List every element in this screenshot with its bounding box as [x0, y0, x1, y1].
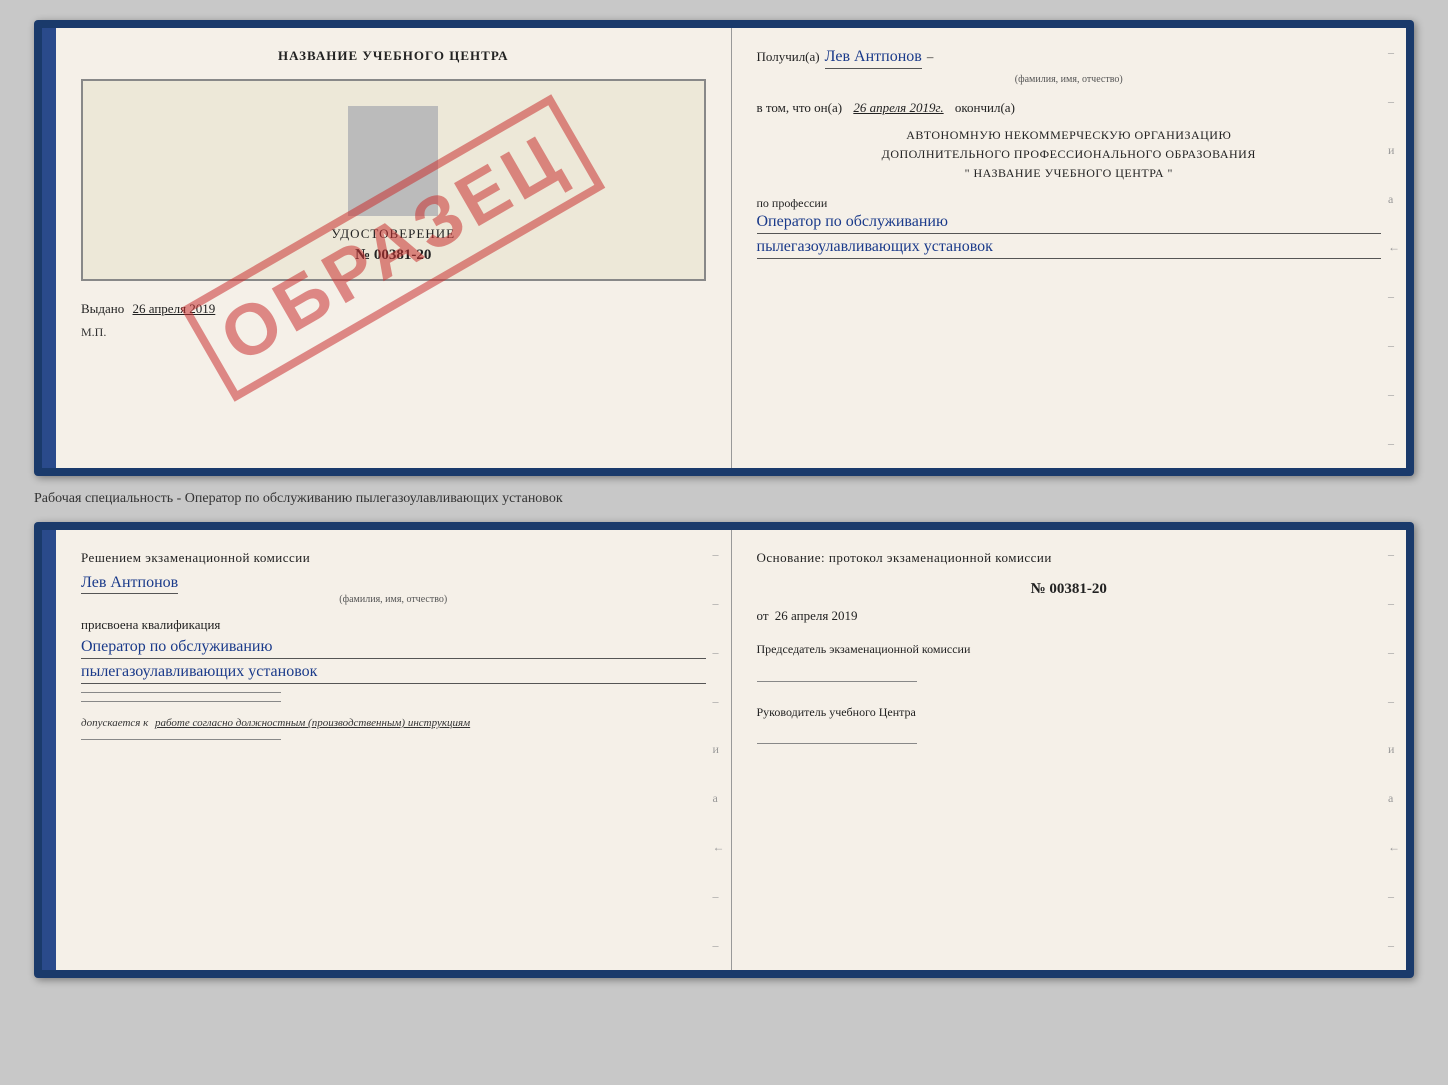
org-line1: АВТОНОМНУЮ НЕКОММЕРЧЕСКУЮ ОРГАНИЗАЦИЮ — [757, 126, 1382, 145]
allowed-prefix: допускается к — [81, 717, 148, 729]
top-left-page: НАЗВАНИЕ УЧЕБНОГО ЦЕНТРА УДОСТОВЕРЕНИЕ №… — [56, 28, 732, 468]
director-block: Руководитель учебного Центра — [757, 702, 1382, 745]
profession-block: по профессии Оператор по обслуживанию пы… — [757, 196, 1382, 259]
certificate-box: УДОСТОВЕРЕНИЕ № 00381-20 — [81, 79, 706, 281]
profession-label: по профессии — [757, 196, 1382, 211]
cert-label: УДОСТОВЕРЕНИЕ — [98, 226, 689, 242]
mp-label: М.П. — [81, 325, 706, 340]
bottom-right-page: Основание: протокол экзаменационной коми… — [732, 530, 1407, 970]
top-right-page: Получил(а) Лев Антпонов – (фамилия, имя,… — [732, 28, 1407, 468]
profession-line1: Оператор по обслуживанию — [757, 213, 1382, 234]
bottom-person-name: Лев Антпонов — [81, 574, 178, 594]
basis-title: Основание: протокол экзаменационной коми… — [757, 550, 1382, 566]
director-label: Руководитель учебного Центра — [757, 702, 1382, 724]
date-line: от 26 апреля 2019 — [757, 608, 1382, 624]
chairman-sig-line — [757, 681, 917, 682]
bottom-left-dashes: ––––иа←–– — [713, 530, 725, 970]
between-label: Рабочая специальность - Оператор по обсл… — [34, 486, 1414, 512]
completed-prefix: в том, что он(а) — [757, 100, 843, 115]
fio-label-top: (фамилия, имя, отчество) — [757, 74, 1382, 85]
top-document: НАЗВАНИЕ УЧЕБНОГО ЦЕНТРА УДОСТОВЕРЕНИЕ №… — [34, 20, 1414, 476]
date-value: 26 апреля 2019 — [775, 608, 858, 623]
completed-line: в том, что он(а) 26 апреля 2019г. окончи… — [757, 100, 1382, 116]
director-sig-line — [757, 743, 917, 744]
org-line2: ДОПОЛНИТЕЛЬНОГО ПРОФЕССИОНАЛЬНОГО ОБРАЗО… — [757, 145, 1382, 164]
org-line3: " НАЗВАНИЕ УЧЕБНОГО ЦЕНТРА " — [757, 164, 1382, 183]
bottom-document: Решением экзаменационной комиссии Лев Ан… — [34, 522, 1414, 978]
qualification-label: присвоена квалификация — [81, 617, 706, 633]
school-name-title: НАЗВАНИЕ УЧЕБНОГО ЦЕНТРА — [81, 48, 706, 64]
bottom-book-spine — [42, 530, 56, 970]
protocol-number: № 00381-20 — [757, 581, 1382, 598]
qualification-line1: Оператор по обслуживанию — [81, 638, 706, 659]
bottom-left-page: Решением экзаменационной комиссии Лев Ан… — [56, 530, 732, 970]
org-block: АВТОНОМНУЮ НЕКОММЕРЧЕСКУЮ ОРГАНИЗАЦИЮ ДО… — [757, 126, 1382, 184]
commission-title: Решением экзаменационной комиссии — [81, 550, 706, 566]
issued-date: 26 апреля 2019 — [133, 301, 216, 316]
allowed-text: работе согласно должностным (производств… — [155, 717, 470, 729]
cert-number: № 00381-20 — [98, 247, 689, 264]
chairman-block: Председатель экзаменационной комиссии — [757, 639, 1382, 682]
sig-line-1 — [81, 692, 281, 693]
allowed-block: допускается к работе согласно должностны… — [81, 717, 706, 729]
issued-line: Выдано 26 апреля 2019 — [81, 301, 706, 317]
bottom-fio-label: (фамилия, имя, отчество) — [81, 594, 706, 605]
book-spine — [42, 28, 56, 468]
completed-suffix: окончил(а) — [955, 100, 1015, 115]
qualification-line2: пылегазоулавливающих установок — [81, 663, 706, 684]
photo-placeholder — [348, 106, 438, 216]
issued-label: Выдано — [81, 301, 124, 316]
chairman-label: Председатель экзаменационной комиссии — [757, 639, 1382, 661]
received-label: Получил(а) — [757, 49, 820, 65]
date-prefix: от — [757, 608, 769, 623]
right-dashes: ––иа←–––– — [1388, 28, 1400, 468]
sig-line-2 — [81, 701, 281, 702]
profession-line2: пылегазоулавливающих установок — [757, 238, 1382, 259]
recipient-line: Получил(а) Лев Антпонов – — [757, 48, 1382, 69]
bottom-right-dashes: ––––иа←–– — [1388, 530, 1400, 970]
completed-date: 26 апреля 2019г. — [853, 100, 943, 115]
recipient-name: Лев Антпонов — [825, 48, 922, 69]
sig-line-3 — [81, 739, 281, 740]
bottom-recipient-block: Лев Антпонов (фамилия, имя, отчество) — [81, 574, 706, 605]
